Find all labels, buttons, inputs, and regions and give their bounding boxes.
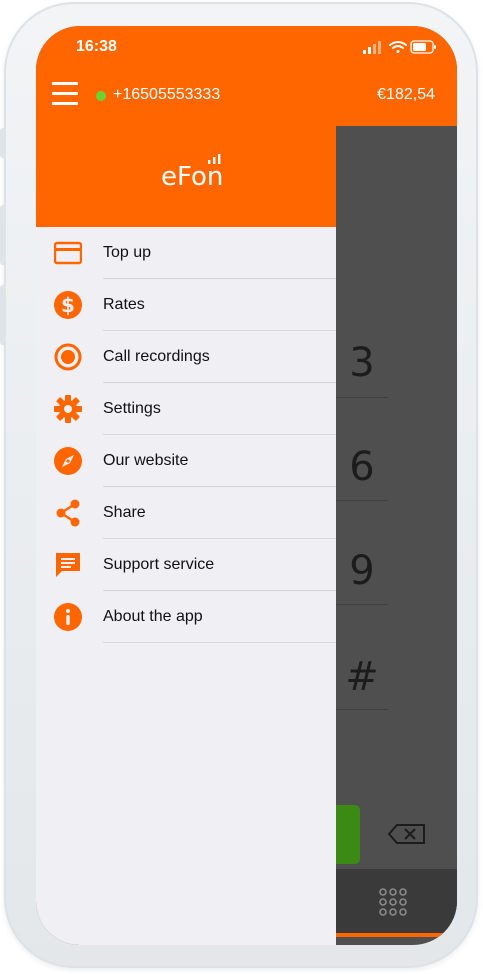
bottom-accent-strip: [336, 933, 457, 937]
share-icon: [56, 499, 80, 527]
status-time: 16:38: [76, 38, 117, 55]
phone-number: +16505553333: [113, 86, 221, 103]
dialer-key-hash[interactable]: #: [336, 654, 388, 700]
compass-icon: [54, 447, 82, 475]
drawer-menu-list: Top up $ Rates Call recordings Settings …: [36, 227, 336, 643]
menu-label: Call recordings: [103, 348, 210, 365]
dialer-key-3[interactable]: 3: [336, 340, 388, 386]
gear-icon: [54, 395, 82, 423]
keypad-grid-icon[interactable]: [379, 888, 407, 916]
battery-icon: [410, 40, 436, 54]
dialer-divider: [336, 709, 388, 710]
app-screen: 3 6 9 # 16:38 +16505553333 €182,54 eFon …: [36, 26, 457, 945]
svg-text:$: $: [61, 293, 75, 317]
dollar-icon: $: [54, 291, 82, 319]
drawer-header: eFon: [36, 126, 336, 227]
record-icon: [54, 343, 82, 371]
hamburger-menu-icon[interactable]: [52, 82, 78, 108]
efon-logo: eFon: [161, 162, 224, 192]
menu-item-call-recordings[interactable]: Call recordings: [36, 331, 336, 383]
call-button[interactable]: [332, 805, 360, 864]
navigation-drawer: eFon Top up $ Rates Call recordings Sett…: [36, 126, 336, 945]
volume-down-button: [0, 285, 6, 345]
credit-card-icon: [54, 241, 82, 265]
online-status-dot: [96, 91, 106, 101]
menu-label: Share: [103, 504, 146, 521]
menu-item-top-up[interactable]: Top up: [36, 227, 336, 279]
menu-item-share[interactable]: Share: [36, 487, 336, 539]
backspace-icon[interactable]: [388, 824, 426, 844]
menu-item-our-website[interactable]: Our website: [36, 435, 336, 487]
menu-label: Our website: [103, 452, 189, 469]
divider: [103, 642, 336, 643]
dialer-key-6[interactable]: 6: [336, 444, 388, 490]
menu-item-settings[interactable]: Settings: [36, 383, 336, 435]
info-icon: [54, 603, 82, 631]
volume-up-button: [0, 205, 6, 265]
mute-switch: [0, 128, 6, 158]
menu-label: About the app: [103, 608, 203, 625]
menu-label: Support service: [103, 556, 215, 573]
status-icons: [363, 40, 436, 54]
logo-signal-icon: [208, 154, 221, 164]
menu-item-rates[interactable]: $ Rates: [36, 279, 336, 331]
menu-item-support-service[interactable]: Support service: [36, 539, 336, 591]
dialer-divider: [336, 500, 388, 501]
dialer-key-9[interactable]: 9: [336, 548, 388, 594]
cellular-signal-icon: [363, 41, 381, 54]
menu-label: Top up: [103, 244, 152, 261]
dialer-divider: [336, 397, 388, 398]
account-balance[interactable]: €182,54: [377, 86, 435, 104]
dialer-divider: [336, 604, 388, 605]
wifi-icon: [389, 41, 407, 53]
chat-icon: [56, 553, 80, 577]
menu-item-about-the-app[interactable]: About the app: [36, 591, 336, 643]
menu-label: Settings: [103, 400, 161, 417]
menu-label: Rates: [103, 296, 145, 313]
